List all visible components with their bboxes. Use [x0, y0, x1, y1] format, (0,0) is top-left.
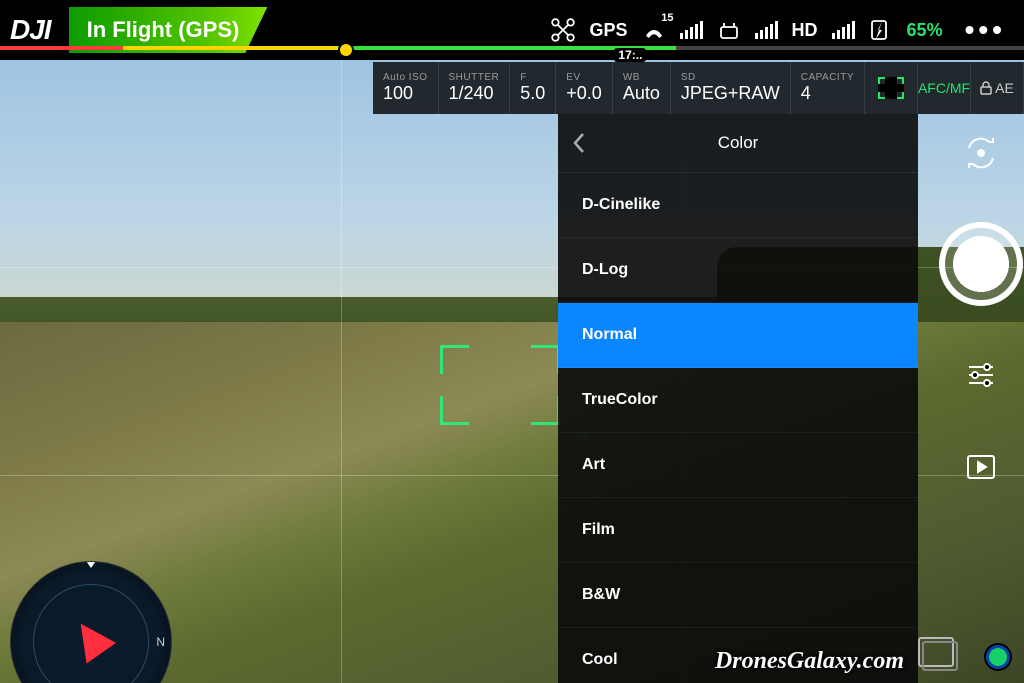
ae-lock-button[interactable]: AE: [971, 62, 1024, 114]
settings-sliders-icon[interactable]: [958, 352, 1004, 398]
compass-n-label: N: [156, 635, 165, 649]
battery-percent: 65%: [907, 20, 943, 41]
battery-icon[interactable]: [869, 18, 893, 42]
satellite-icon[interactable]: 15: [642, 18, 666, 42]
satellite-count: 15: [661, 12, 673, 24]
capacity-readout[interactable]: CAPACITY 4: [791, 62, 865, 114]
color-option-film[interactable]: Film: [558, 498, 918, 563]
radar-heading-tick-icon: [84, 561, 98, 568]
top-status-bar: DJI In Flight (GPS) GPS 15 HD: [0, 0, 1024, 60]
time-remaining: 17:..: [614, 48, 646, 62]
ev-readout[interactable]: EV +0.0: [556, 62, 613, 114]
hd-signal-bars: [832, 21, 855, 39]
color-option-truecolor[interactable]: TrueColor: [558, 368, 918, 433]
color-option-b-w[interactable]: B&W: [558, 563, 918, 628]
radar-aircraft-icon: [66, 613, 116, 663]
focus-mode-button[interactable]: AFC/MF: [918, 62, 971, 114]
aperture-readout[interactable]: F 5.0: [510, 62, 556, 114]
more-menu-icon[interactable]: •••: [957, 14, 1014, 46]
home-marker-icon: [338, 42, 354, 58]
battery-timeline: 17:..: [0, 46, 1024, 50]
rc-icon[interactable]: [717, 19, 741, 41]
shutter-readout[interactable]: SHUTTER 1/240: [439, 62, 511, 114]
color-panel: Color D-CinelikeD-LogNormalTrueColorArtF…: [558, 114, 918, 683]
watermark: DronesGalaxy.com: [715, 648, 904, 675]
format-readout[interactable]: SD JPEG+RAW: [671, 62, 791, 114]
rc-signal-bars: [755, 21, 778, 39]
color-option-d-log[interactable]: D-Log: [558, 238, 918, 303]
wb-readout[interactable]: WB Auto: [613, 62, 671, 114]
camera-switch-icon[interactable]: [958, 130, 1004, 176]
color-option-art[interactable]: Art: [558, 433, 918, 498]
camera-settings-strip: Auto ISO 100 SHUTTER 1/240 F 5.0 EV +0.0…: [373, 62, 1024, 114]
panel-back-icon[interactable]: [572, 132, 586, 154]
dji-logo: DJI: [10, 14, 51, 46]
panel-title: Color: [718, 133, 759, 153]
color-option-list: D-CinelikeD-LogNormalTrueColorArtFilmB&W…: [558, 173, 918, 683]
auto-exposure-frame-icon[interactable]: [865, 62, 918, 114]
color-option-d-cinelike[interactable]: D-Cinelike: [558, 173, 918, 238]
aircraft-icon[interactable]: [550, 17, 576, 43]
playback-icon[interactable]: [958, 444, 1004, 490]
focus-box[interactable]: AF: [440, 345, 560, 425]
hd-label: HD: [792, 20, 818, 41]
gimbal-indicator-icon[interactable]: [984, 643, 1012, 671]
shutter-button[interactable]: [939, 222, 1023, 306]
iso-readout[interactable]: Auto ISO 100: [373, 62, 439, 114]
gallery-icon[interactable]: [918, 637, 954, 667]
color-option-normal[interactable]: Normal: [558, 303, 918, 368]
rc-signal-icon[interactable]: [680, 21, 703, 39]
gps-label: GPS: [590, 20, 628, 41]
